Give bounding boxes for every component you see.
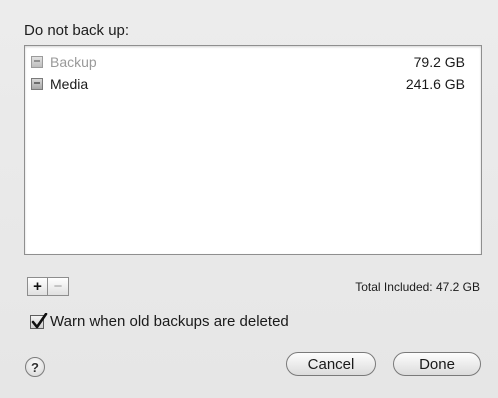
backup-exclusion-sheet: Do not back up: Backup 79.2 GB Media 241… xyxy=(0,0,498,398)
remove-button[interactable]: − xyxy=(48,277,69,296)
list-item-backup[interactable]: Backup 79.2 GB xyxy=(31,52,475,72)
list-item-size: 79.2 GB xyxy=(413,54,465,70)
done-button[interactable]: Done xyxy=(393,352,481,376)
warn-option[interactable]: Warn when old backups are deleted xyxy=(30,312,289,330)
warn-label: Warn when old backups are deleted xyxy=(50,313,289,330)
add-remove-buttons: + − xyxy=(27,277,69,296)
total-included-label: Total Included: 47.2 GB xyxy=(355,280,480,294)
list-item-name: Backup xyxy=(50,54,97,70)
add-button[interactable]: + xyxy=(27,277,48,296)
warn-checkbox[interactable] xyxy=(30,312,48,329)
cancel-button[interactable]: Cancel xyxy=(286,352,376,376)
help-icon[interactable]: ? xyxy=(25,357,45,377)
disk-icon xyxy=(31,78,43,90)
disk-icon xyxy=(31,56,43,68)
list-item-name: Media xyxy=(50,76,89,92)
list-item-size: 241.6 GB xyxy=(405,76,465,92)
exclusion-heading: Do not back up: xyxy=(24,22,130,39)
list-item-media[interactable]: Media 241.6 GB xyxy=(31,74,475,94)
exclusion-list[interactable]: Backup 79.2 GB Media 241.6 GB xyxy=(24,45,482,255)
checkmark-icon xyxy=(31,312,48,328)
